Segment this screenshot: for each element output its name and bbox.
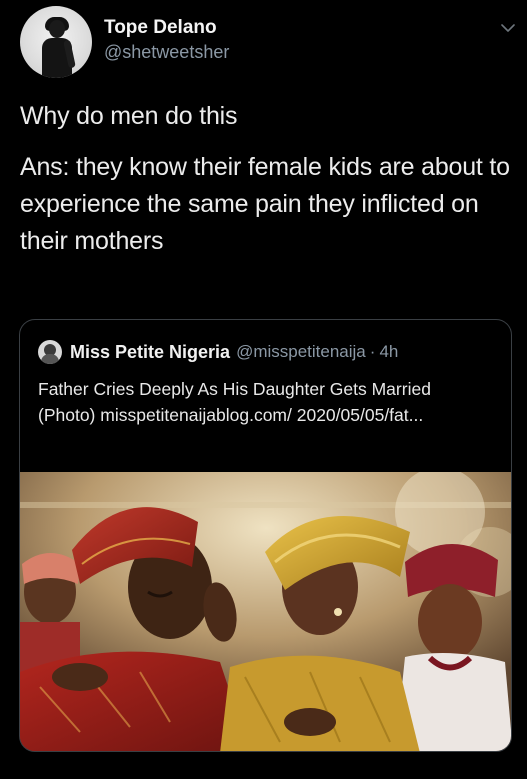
quoted-display-name: Miss Petite Nigeria [70, 341, 231, 362]
author-info[interactable]: Tope Delano @shetweetsher [104, 16, 229, 64]
author-handle[interactable]: @shetweetsher [104, 40, 229, 64]
tweet-line-answer: Ans: they know their female kids are abo… [20, 153, 510, 255]
quoted-handle: @misspetitenaija [236, 342, 366, 361]
quoted-separator: · [369, 342, 376, 361]
quoted-timestamp[interactable]: 4h [379, 342, 398, 362]
tweet-line-question: Why do men do this [20, 102, 238, 130]
author-display-name[interactable]: Tope Delano [104, 16, 229, 39]
tweet-header: Tope Delano @shetweetsher [20, 6, 520, 80]
quoted-avatar [38, 340, 62, 364]
tweet-text: Why do men do this Ans: they know their … [20, 98, 510, 260]
quoted-tweet-header: Miss Petite Nigeria @misspetitenaija · 4… [38, 340, 398, 364]
wedding-photo[interactable] [20, 472, 511, 751]
avatar[interactable] [20, 6, 92, 78]
quoted-tweet-text: Father Cries Deeply As His Daughter Gets… [38, 379, 431, 425]
wedding-photo-illustration [20, 472, 511, 751]
quoted-tweet-card[interactable]: Miss Petite Nigeria @misspetitenaija · 4… [19, 319, 512, 752]
chevron-down-icon[interactable] [498, 18, 518, 38]
